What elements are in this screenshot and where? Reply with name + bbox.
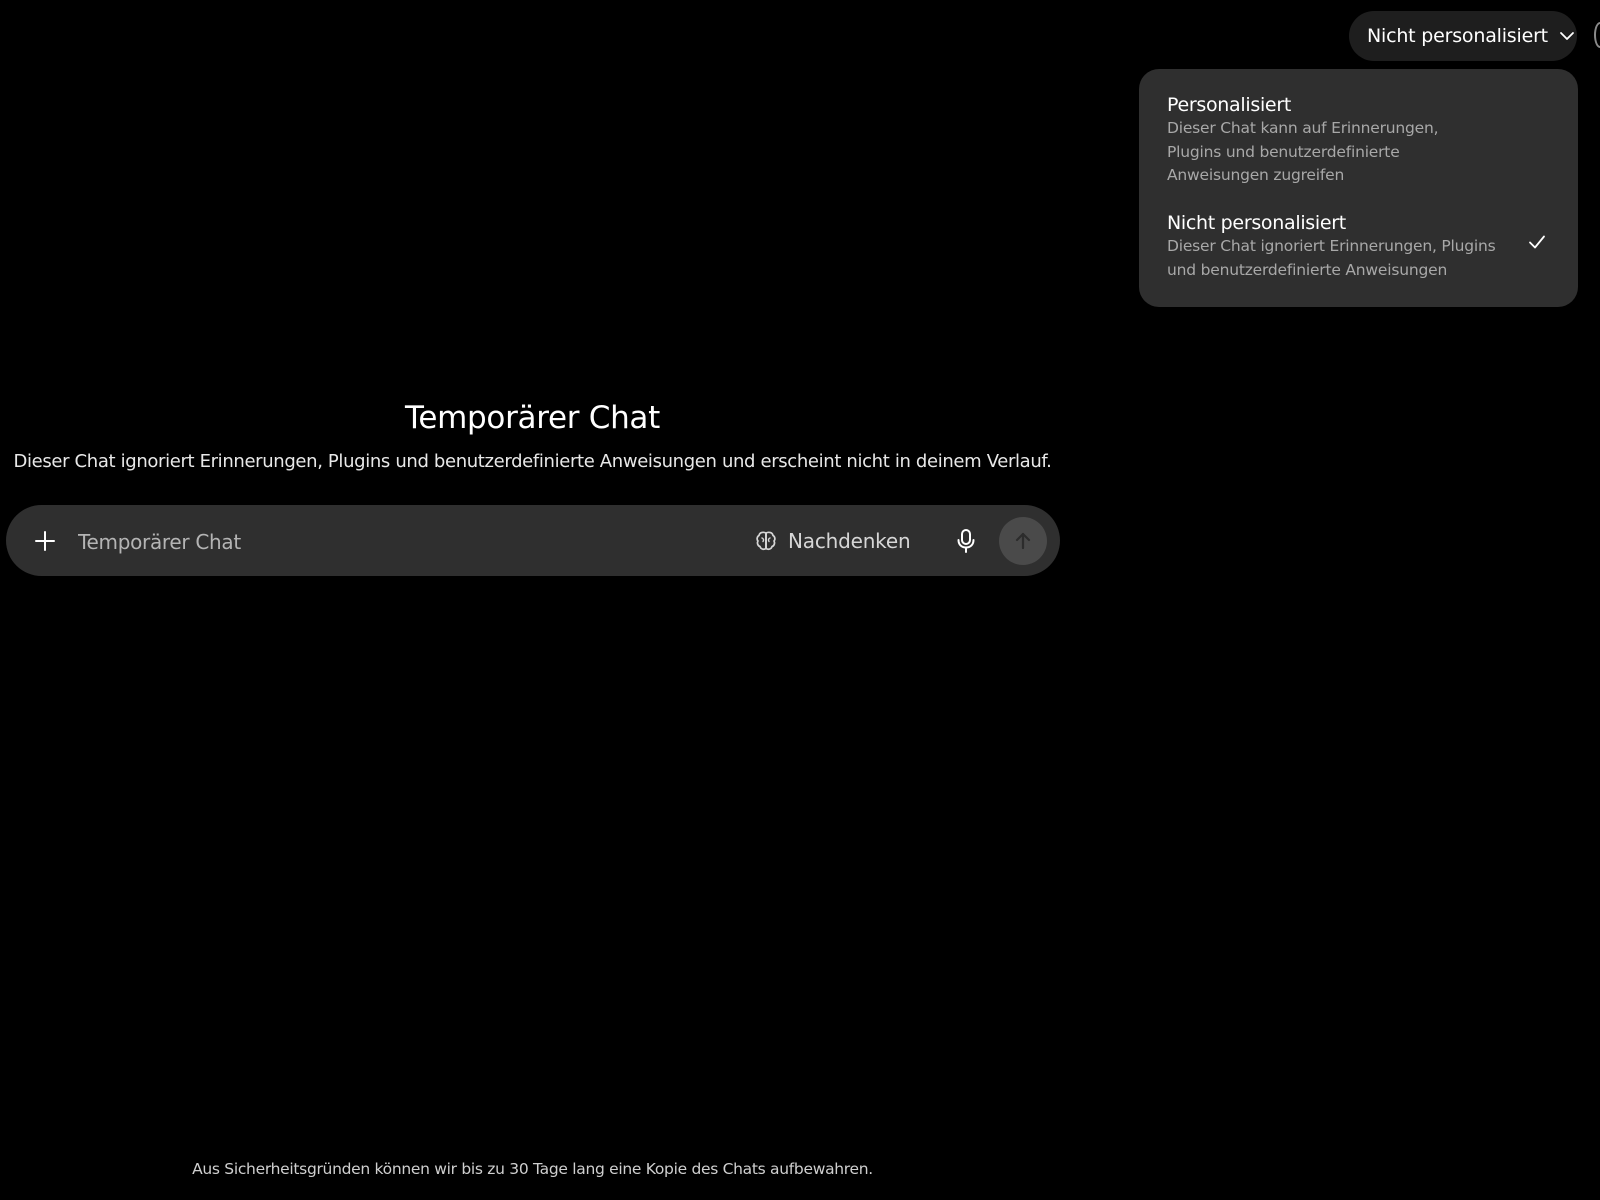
retention-notice: Aus Sicherheitsgründen können wir bis zu… [192,1160,873,1178]
option-description: Dieser Chat kann auf Erinnerungen, Plugi… [1167,119,1439,184]
option-personalized[interactable]: Personalisiert Dieser Chat kann auf Erin… [1167,93,1558,188]
voice-input-button[interactable] [949,524,983,558]
option-title: Nicht personalisiert [1167,212,1346,234]
option-not-personalized[interactable]: Nicht personalisiert Dieser Chat ignorie… [1167,211,1558,282]
chat-input[interactable] [76,521,720,563]
think-button-label: Nachdenken [788,529,911,553]
microphone-icon [954,528,978,554]
add-attachment-button[interactable] [26,522,64,560]
page-title: Temporärer Chat [404,400,660,436]
chevron-down-icon [1558,27,1576,45]
send-button[interactable] [999,517,1047,565]
mode-selector-label: Nicht personalisiert [1367,25,1548,47]
personalization-mode-selector[interactable]: Nicht personalisiert [1349,11,1577,61]
option-description: Dieser Chat ignoriert Erinnerungen, Plug… [1167,237,1496,279]
plus-icon [33,529,57,553]
app-window: Nicht personalisiert Personalisiert Dies… [0,0,1600,1200]
brain-icon [754,529,778,553]
option-title: Personalisiert [1167,94,1291,116]
page-subtitle: Dieser Chat ignoriert Erinnerungen, Plug… [13,451,1052,472]
clipped-icon[interactable] [1594,22,1600,48]
checkmark-icon [1526,231,1548,253]
personalization-dropdown: Personalisiert Dieser Chat kann auf Erin… [1139,69,1578,307]
think-button[interactable]: Nachdenken [754,520,911,562]
chat-composer: Nachdenken [6,505,1060,576]
arrow-up-icon [1012,530,1034,552]
